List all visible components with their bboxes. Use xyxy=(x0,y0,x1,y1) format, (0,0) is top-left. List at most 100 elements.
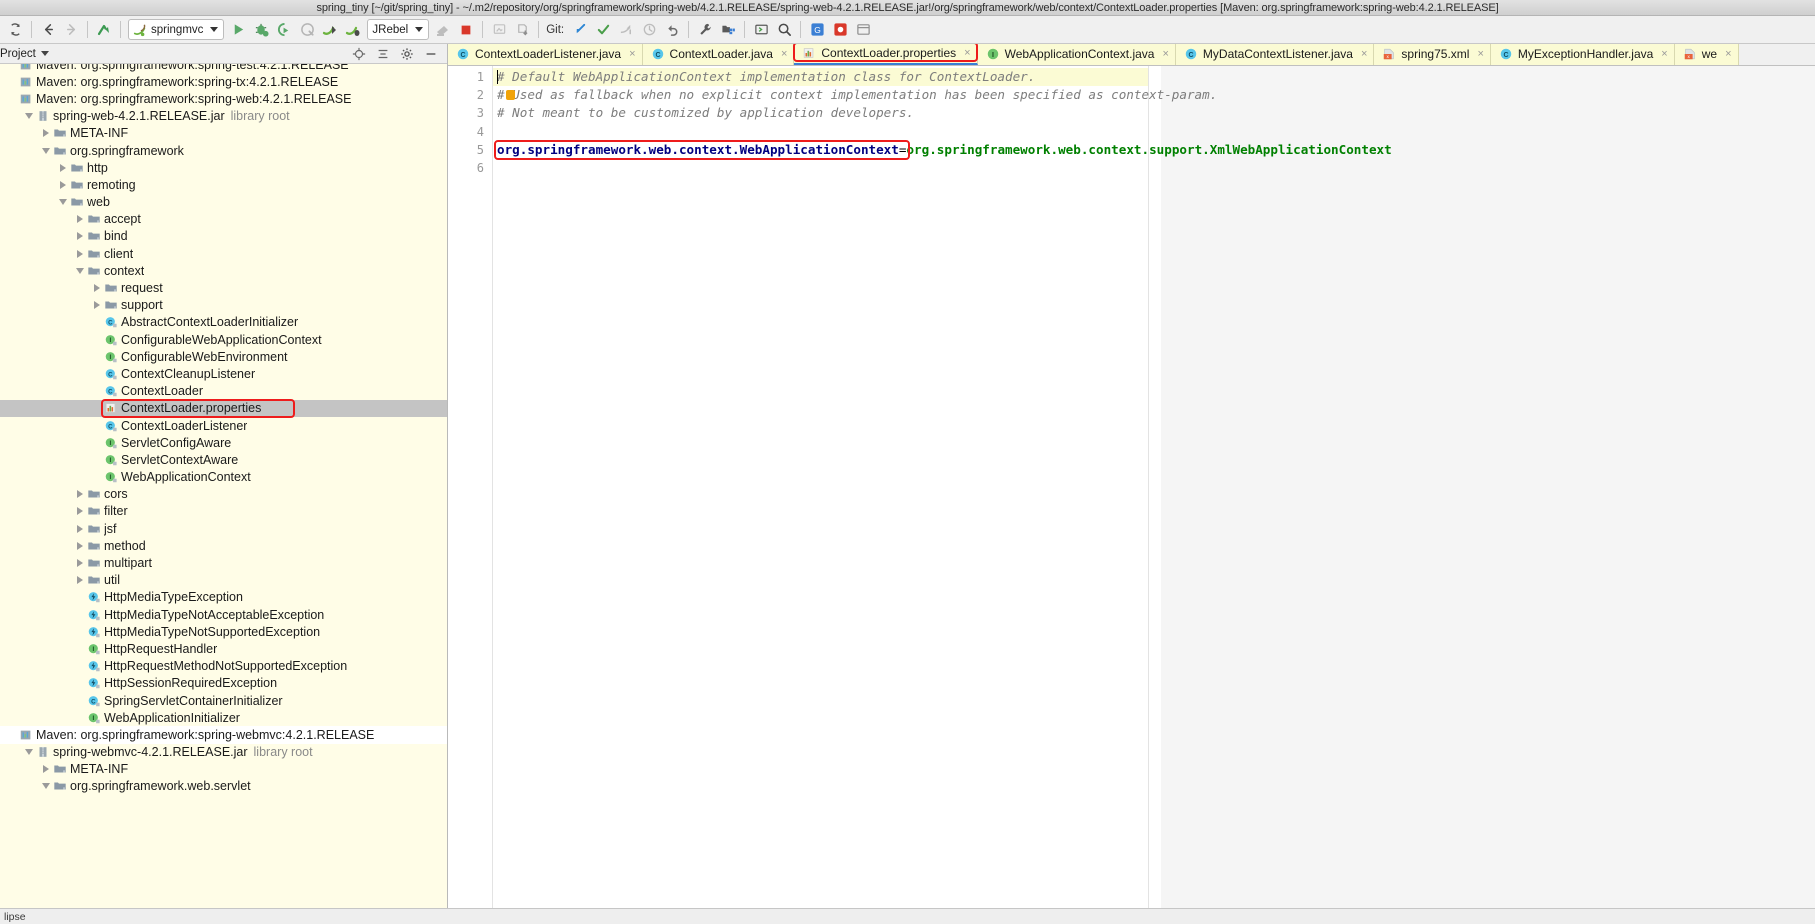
tree-row[interactable]: HttpRequestMethodNotSupportedException xyxy=(0,658,447,675)
close-icon[interactable]: × xyxy=(781,48,787,60)
chevron-right-icon[interactable] xyxy=(74,231,85,242)
run-configuration-selector[interactable]: springmvc xyxy=(128,19,225,40)
chevron-down-icon[interactable] xyxy=(40,145,51,156)
build-icon[interactable] xyxy=(432,19,454,41)
tree-row[interactable]: HttpMediaTypeNotAcceptableException xyxy=(0,606,447,623)
chevron-right-icon[interactable] xyxy=(91,300,102,311)
editor-tab[interactable]: x spring75.xml × xyxy=(1374,44,1491,65)
editor-tab[interactable]: C ContextLoaderListener.java × xyxy=(448,44,643,65)
tree-row[interactable]: spring-webmvc-4.2.1.RELEASE.jar library r… xyxy=(0,744,447,761)
project-panel-title-group[interactable]: Project xyxy=(0,48,49,60)
jump-to-source-icon[interactable] xyxy=(93,19,115,41)
tree-row[interactable]: I ConfigurableWebEnvironment xyxy=(0,348,447,365)
code-line-blank[interactable] xyxy=(493,159,1148,177)
hide-panel-icon[interactable] xyxy=(423,46,439,62)
chevron-right-icon[interactable] xyxy=(74,575,85,586)
tree-row[interactable]: Maven: org.springframework:spring-webmvc… xyxy=(0,726,447,744)
chevron-down-icon[interactable] xyxy=(57,197,68,208)
git-push-icon[interactable] xyxy=(615,19,637,41)
tree-row[interactable]: request xyxy=(0,279,447,296)
tree-row[interactable]: C AbstractContextLoaderInitializer xyxy=(0,314,447,331)
tree-row[interactable]: bind xyxy=(0,228,447,245)
chevron-right-icon[interactable] xyxy=(74,489,85,500)
chevron-right-icon[interactable] xyxy=(74,540,85,551)
tree-row[interactable]: I WebApplicationInitializer xyxy=(0,709,447,726)
forward-arrow-icon[interactable] xyxy=(60,19,82,41)
tree-row[interactable]: Maven: org.springframework:spring-tx:4.2… xyxy=(0,73,447,90)
jrebel-run-icon[interactable] xyxy=(319,19,341,41)
close-icon[interactable]: × xyxy=(1361,48,1367,60)
run-icon[interactable] xyxy=(227,19,249,41)
tree-row[interactable]: support xyxy=(0,297,447,314)
code-line-blank[interactable] xyxy=(493,123,1148,141)
editor-tabs[interactable]: C ContextLoaderListener.java × C ContextLoad… xyxy=(448,44,1815,66)
tree-row[interactable]: Maven: org.springframework:spring-web:4.… xyxy=(0,90,447,107)
editor-tab[interactable]: I WebApplicationContext.java × xyxy=(977,44,1176,65)
tree-row[interactable]: cors xyxy=(0,486,447,503)
tree-row[interactable]: I ConfigurableWebApplicationContext xyxy=(0,331,447,348)
tree-row[interactable]: I WebApplicationContext xyxy=(0,469,447,486)
git-rollback-icon[interactable] xyxy=(661,19,683,41)
tree-row[interactable]: remoting xyxy=(0,176,447,193)
chevron-down-icon[interactable] xyxy=(40,781,51,792)
jrebel-debug-icon[interactable] xyxy=(342,19,364,41)
update-icon[interactable] xyxy=(511,19,533,41)
tree-row[interactable]: method xyxy=(0,537,447,554)
editor-tab[interactable]: C ContextLoader.java × xyxy=(642,44,795,65)
profile-icon[interactable] xyxy=(296,19,318,41)
tree-row[interactable]: client xyxy=(0,245,447,262)
tree-row[interactable]: org.springframework.web.servlet xyxy=(0,778,447,795)
search-everywhere-icon[interactable] xyxy=(773,19,795,41)
run-with-coverage-icon[interactable] xyxy=(273,19,295,41)
settings-gear-icon[interactable] xyxy=(399,46,415,62)
tree-row[interactable]: C ContextCleanupListener xyxy=(0,365,447,382)
tree-row[interactable]: jsf xyxy=(0,520,447,537)
tree-row[interactable]: HttpMediaTypeNotSupportedException xyxy=(0,623,447,640)
editor-pane[interactable]: 1 2 3 4 5 6 # Default WebApplicationContext i… xyxy=(448,66,1815,908)
tree-row[interactable]: I ServletContextAware xyxy=(0,451,447,468)
code-line[interactable]: # Used as fallback when no explicit cont… xyxy=(493,86,1217,104)
chevron-right-icon[interactable] xyxy=(57,162,68,173)
code-content[interactable]: # Default WebApplicationContext implemen… xyxy=(493,66,1392,908)
close-icon[interactable]: × xyxy=(1725,48,1731,60)
stop-icon[interactable] xyxy=(455,19,477,41)
tree-row[interactable]: context xyxy=(0,262,447,279)
close-icon[interactable]: × xyxy=(964,47,970,59)
tree-row[interactable]: web xyxy=(0,194,447,211)
intention-bulb-icon[interactable] xyxy=(506,90,515,101)
tree-row[interactable]: HttpSessionRequiredException xyxy=(0,675,447,692)
chevron-right-icon[interactable] xyxy=(74,214,85,225)
tree-row[interactable]: org.springframework xyxy=(0,142,447,159)
code-line[interactable]: # Default WebApplicationContext implemen… xyxy=(493,68,1148,87)
chevron-right-icon[interactable] xyxy=(40,128,51,139)
chevron-down-icon[interactable] xyxy=(23,747,34,758)
chevron-right-icon[interactable] xyxy=(74,558,85,569)
close-icon[interactable]: × xyxy=(629,48,635,60)
tree-row[interactable]: C ContextLoaderListener xyxy=(0,417,447,434)
debug-icon[interactable] xyxy=(250,19,272,41)
project-tree[interactable]: Maven: org.springframework:spring-test:4… xyxy=(0,64,447,908)
editor-tab[interactable]: C MyDataContextListener.java × xyxy=(1175,44,1375,65)
code-line[interactable]: # Not meant to be customized by applicat… xyxy=(493,104,1148,122)
git-history-icon[interactable] xyxy=(638,19,660,41)
chevron-right-icon[interactable] xyxy=(40,764,51,775)
editor-tab-active[interactable]: ContextLoader.properties × xyxy=(793,44,978,65)
tree-row-selected[interactable]: ContextLoader.properties xyxy=(0,398,447,418)
bug-report-icon[interactable] xyxy=(829,19,851,41)
git-update-icon[interactable] xyxy=(569,19,591,41)
chevron-down-icon[interactable] xyxy=(23,111,34,122)
tree-row[interactable]: Maven: org.springframework:spring-test:4… xyxy=(0,64,447,73)
sync-icon[interactable] xyxy=(4,19,26,41)
editor-tab[interactable]: x we × xyxy=(1674,44,1739,65)
tree-row[interactable]: META-INF xyxy=(0,761,447,778)
tree-row[interactable]: C ContextLoader xyxy=(0,383,447,400)
jrebel-selector[interactable]: JRebel xyxy=(367,19,430,40)
chevron-right-icon[interactable] xyxy=(57,179,68,190)
tree-row[interactable]: multipart xyxy=(0,554,447,571)
chevron-down-icon[interactable] xyxy=(74,265,85,276)
terminal-icon[interactable] xyxy=(750,19,772,41)
google-search-icon[interactable]: G xyxy=(806,19,828,41)
tree-row[interactable]: filter xyxy=(0,503,447,520)
close-icon[interactable]: × xyxy=(1477,48,1483,60)
tree-row[interactable]: spring-web-4.2.1.RELEASE.jar library root xyxy=(0,108,447,125)
